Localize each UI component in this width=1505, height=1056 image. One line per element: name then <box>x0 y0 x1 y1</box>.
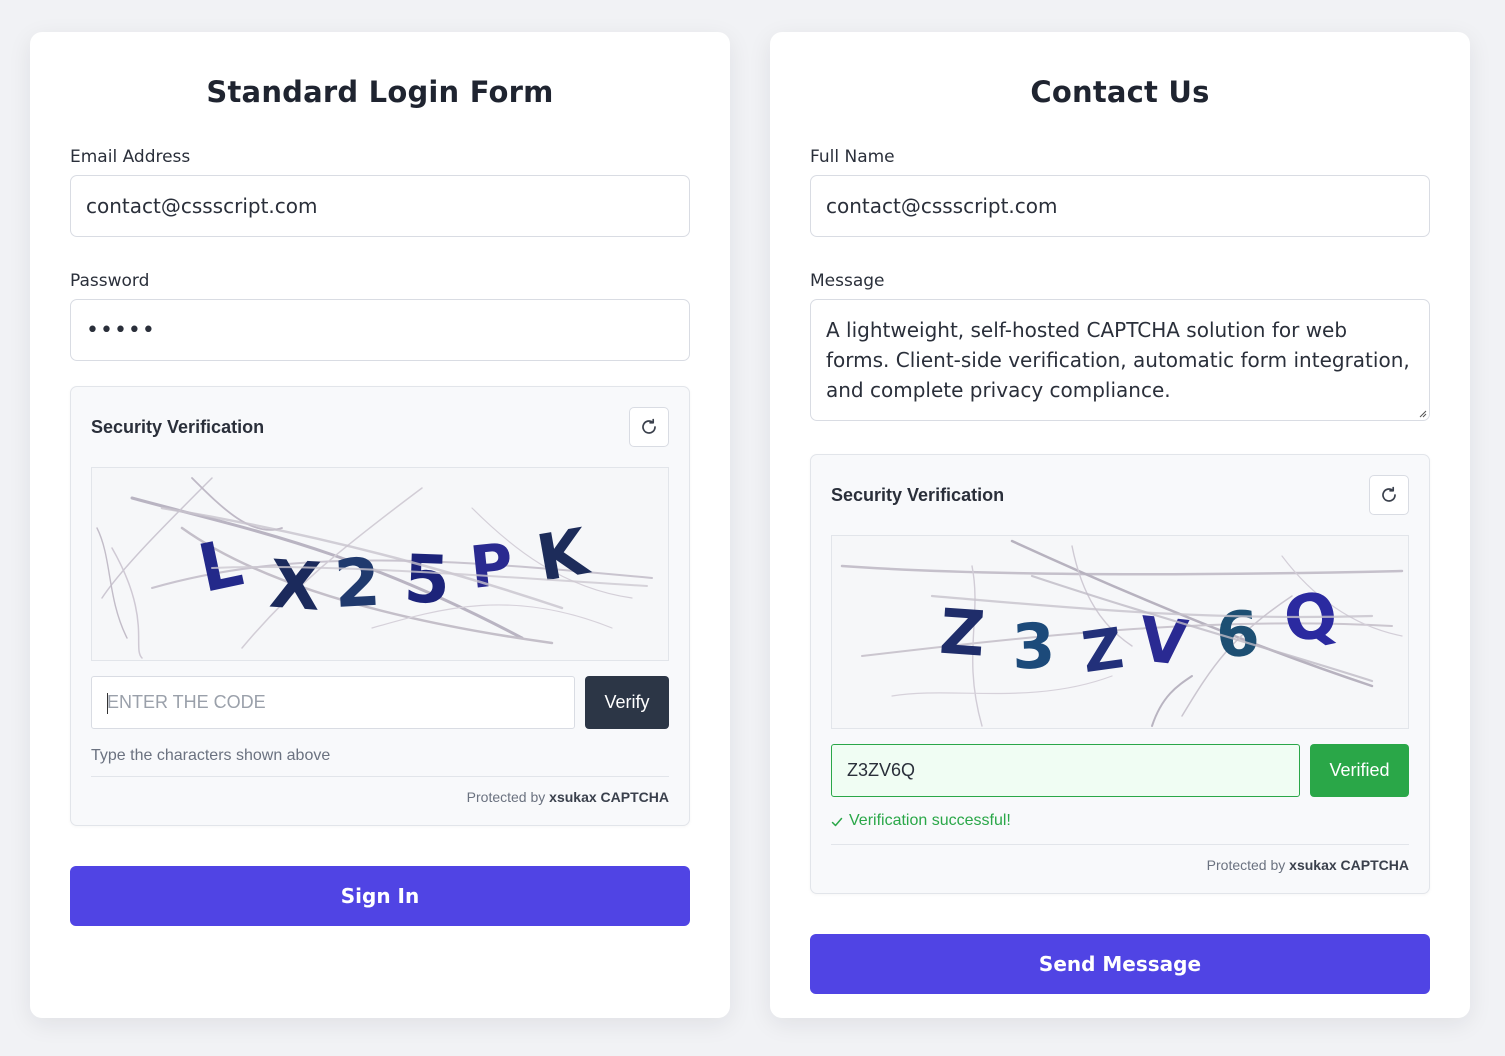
full-name-label: Full Name <box>810 147 895 167</box>
full-name-value: contact@cssscript.com <box>826 194 1058 218</box>
login-form-card: Standard Login Form Email Address contac… <box>30 32 730 1018</box>
message-textarea[interactable]: A lightweight, self-hosted CAPTCHA solut… <box>810 299 1430 421</box>
full-name-field[interactable]: contact@cssscript.com <box>810 175 1430 237</box>
email-field[interactable]: contact@cssscript.com <box>70 175 690 237</box>
captcha-char: X <box>267 546 323 626</box>
captcha-attribution: Protected by xsukax CAPTCHA <box>91 777 669 829</box>
email-label: Email Address <box>70 147 191 167</box>
protected-by-text: Protected by <box>1206 857 1286 873</box>
captcha-brand: xsukax CAPTCHA <box>549 789 669 805</box>
captcha-image: Z 3 Z V 6 Q <box>831 535 1409 729</box>
verification-success-text: Verification successful! <box>849 811 1011 829</box>
captcha-input-placeholder: ENTER THE CODE <box>107 692 266 712</box>
refresh-icon <box>1382 486 1396 502</box>
captcha-title: Security Verification <box>91 416 265 437</box>
captcha-title: Security Verification <box>831 484 1005 505</box>
contact-form-card: Contact Us Full Name contact@cssscript.c… <box>770 32 1470 1018</box>
password-value: ••••• <box>86 317 156 343</box>
send-message-button[interactable]: Send Message <box>810 934 1430 994</box>
captcha-char: 3 <box>1011 609 1057 683</box>
captcha-attribution: Protected by xsukax CAPTCHA <box>831 845 1409 897</box>
email-value: contact@cssscript.com <box>86 194 318 218</box>
captcha-code-input[interactable]: Z3ZV6Q <box>831 744 1300 797</box>
verification-success-message: Verification successful! <box>831 797 1409 845</box>
login-form-title: Standard Login Form <box>206 75 554 109</box>
captcha-refresh-button[interactable] <box>1369 475 1409 515</box>
captcha-char: Z <box>937 595 987 671</box>
captcha-char: 5 <box>403 540 452 619</box>
password-field[interactable]: ••••• <box>70 299 690 361</box>
resize-handle-icon[interactable] <box>1417 408 1427 418</box>
captcha-brand: xsukax CAPTCHA <box>1289 857 1409 873</box>
captcha-hint: Type the characters shown above <box>91 729 669 777</box>
refresh-icon <box>642 418 656 434</box>
captcha-widget: Security Verification <box>70 386 690 826</box>
captcha-code-input[interactable]: ENTER THE CODE <box>91 676 575 729</box>
password-label: Password <box>70 271 150 291</box>
verify-button[interactable]: Verify <box>585 676 669 729</box>
contact-form-title: Contact Us <box>1030 75 1210 109</box>
message-value: A lightweight, self-hosted CAPTCHA solut… <box>826 318 1410 402</box>
check-icon <box>831 817 843 826</box>
message-label: Message <box>810 271 885 291</box>
protected-by-text: Protected by <box>466 789 546 805</box>
captcha-char: 2 <box>332 544 382 623</box>
sign-in-button[interactable]: Sign In <box>70 866 690 926</box>
captcha-widget: Security Verification <box>810 454 1430 894</box>
captcha-input-value: Z3ZV6Q <box>847 760 916 780</box>
text-caret <box>107 693 108 714</box>
verified-button[interactable]: Verified <box>1310 744 1409 797</box>
captcha-refresh-button[interactable] <box>629 407 669 447</box>
captcha-image: L X 2 5 P K <box>91 467 669 661</box>
